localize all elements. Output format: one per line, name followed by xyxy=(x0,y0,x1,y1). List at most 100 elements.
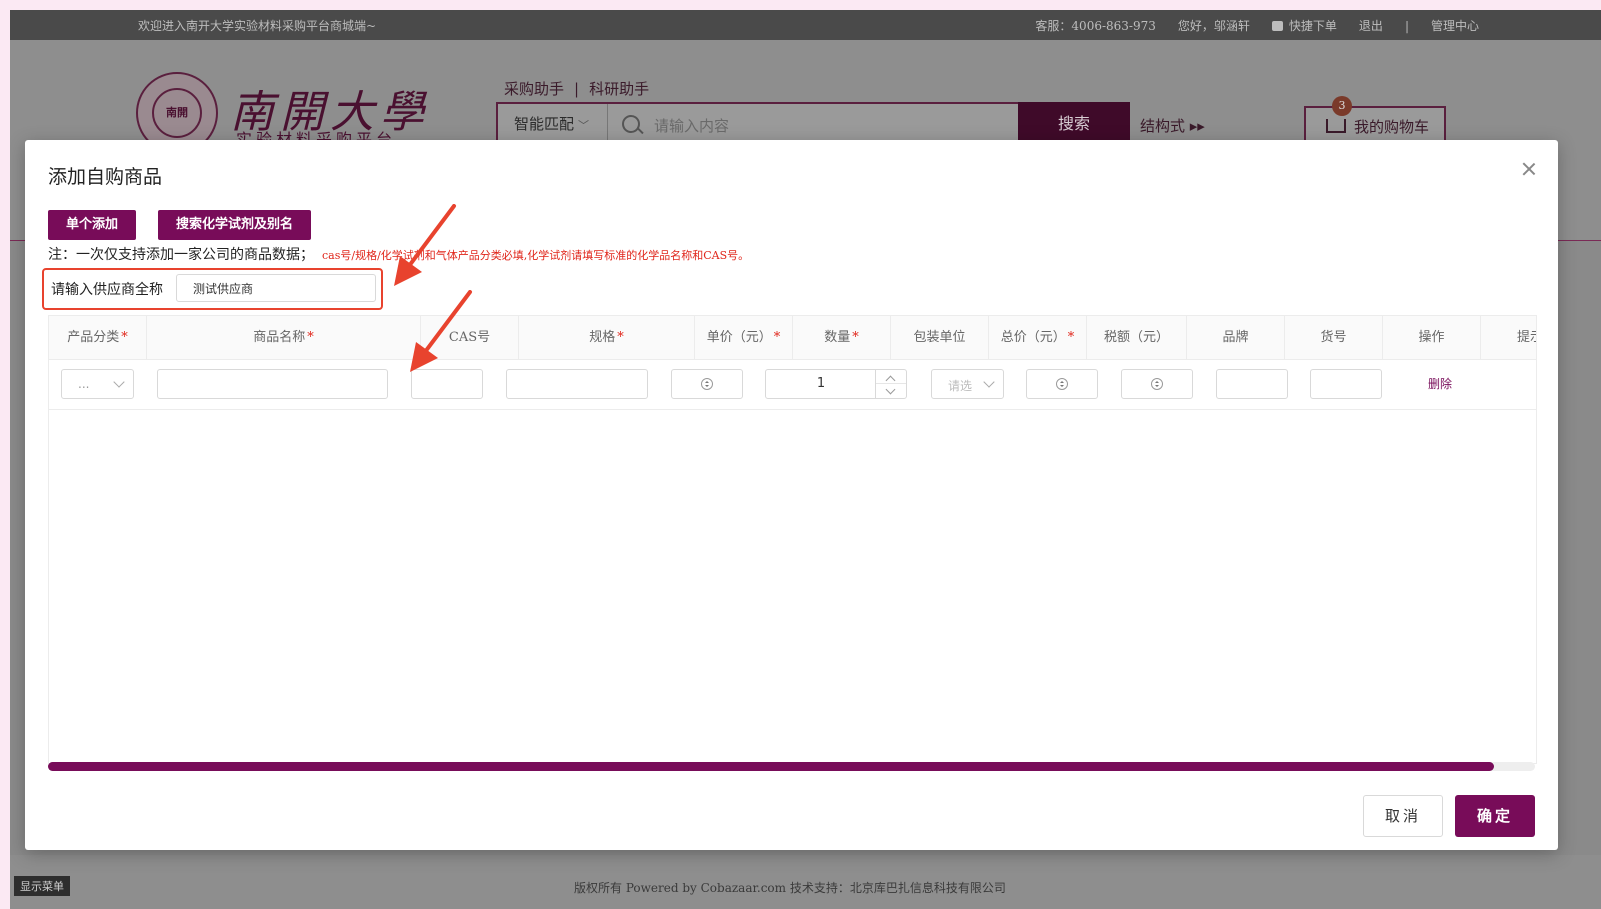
column-cas: CAS号 xyxy=(421,316,519,359)
column-brand-label: 品牌 xyxy=(1222,330,1249,345)
welcome-text: 欢迎进入南开大学实验材料采购平台商城端~ xyxy=(138,19,377,33)
quantity-stepper[interactable]: 1 xyxy=(765,369,907,399)
top-divider: | xyxy=(1404,18,1409,33)
required-mark: * xyxy=(307,330,314,345)
quick-order-link[interactable]: 快捷下单 xyxy=(1271,17,1337,34)
column-tax-label: 税额（元） xyxy=(1103,330,1169,345)
column-name-label: 商品名称 xyxy=(253,330,306,345)
total-price-input[interactable] xyxy=(1026,369,1098,399)
column-brand: 品牌 xyxy=(1187,316,1285,359)
seal-text: 南開 xyxy=(166,106,188,119)
column-package-unit-label: 包装单位 xyxy=(913,330,966,345)
research-helper-link[interactable]: 科研助手 xyxy=(589,80,649,98)
package-unit-placeholder: 请选 xyxy=(948,379,973,393)
service-phone: 客服：4006-863-973 xyxy=(1035,19,1156,33)
cart-label: 我的购物车 xyxy=(1354,118,1430,136)
required-mark: * xyxy=(1067,330,1075,345)
logout-link[interactable]: 退出 xyxy=(1359,17,1383,34)
column-extra-label: 提示 xyxy=(1517,330,1536,345)
column-total-price: 总价（元） * xyxy=(989,316,1087,359)
admin-center-link[interactable]: 管理中心 xyxy=(1431,17,1479,34)
category-select-value: ... xyxy=(78,377,90,391)
structure-search-link[interactable]: 结构式 ▸▸ xyxy=(1140,115,1205,136)
top-bar-links: 客服：4006-863-973 您好，邬涵轩 快捷下单 退出 | 管理中心 xyxy=(1035,17,1479,34)
column-name: 商品名称 * xyxy=(147,316,421,359)
close-icon[interactable] xyxy=(1520,160,1538,178)
package-unit-select[interactable]: 请选 xyxy=(931,369,1004,399)
cas-input[interactable] xyxy=(411,369,483,399)
supplier-label: 请输入供应商全称 xyxy=(51,282,163,298)
column-unit-price: 单价（元） * xyxy=(695,316,793,359)
chevron-down-icon xyxy=(113,376,125,388)
column-item-no-label: 货号 xyxy=(1320,330,1347,345)
chevron-down-icon xyxy=(885,384,896,395)
category-select[interactable]: ... xyxy=(61,369,134,399)
purchase-helper-link[interactable]: 采购助手 xyxy=(504,80,564,98)
required-mark: * xyxy=(773,330,781,345)
search-icon xyxy=(622,115,640,133)
my-cart-button[interactable]: 我的购物车 xyxy=(1304,106,1446,144)
stepper-divider xyxy=(876,383,906,384)
search-chemical-button[interactable]: 搜索化学试剂及别名 xyxy=(158,210,312,240)
required-mark: * xyxy=(852,330,859,345)
column-total-price-label: 总价（元） xyxy=(1000,330,1066,345)
column-tax: 税额（元） xyxy=(1087,316,1187,359)
column-category-label: 产品分类 xyxy=(67,330,120,345)
product-name-input[interactable] xyxy=(157,369,388,399)
column-category: 产品分类 * xyxy=(49,316,147,359)
dialog-note: 注：一次仅支持添加一家公司的商品数据； cas号/规格/化学试剂和气体产品分类必填… xyxy=(48,244,749,264)
number-stepper-icon xyxy=(1151,378,1163,390)
horizontal-scrollbar[interactable] xyxy=(48,762,1535,771)
column-extra: 提示 xyxy=(1481,316,1536,359)
quick-order-label: 快捷下单 xyxy=(1288,19,1337,33)
search-mode-label: 智能匹配 xyxy=(514,115,575,133)
cart-count-badge: 3 xyxy=(1332,96,1352,116)
chevron-down-icon xyxy=(983,376,995,388)
required-mark: * xyxy=(121,330,128,345)
search-mode-select[interactable]: 智能匹配 ﹀ xyxy=(498,104,608,144)
column-unit-price-label: 单价（元） xyxy=(706,330,772,345)
supplier-input[interactable]: 测试供应商 xyxy=(176,274,376,302)
quantity-arrows[interactable] xyxy=(875,370,906,398)
helper-separator: | xyxy=(574,80,580,98)
top-bar: 欢迎进入南开大学实验材料采购平台商城端~ 客服：4006-863-973 您好，… xyxy=(10,10,1601,40)
unit-price-input[interactable] xyxy=(671,369,743,399)
column-package-unit: 包装单位 xyxy=(891,316,989,359)
copyright-text: 版权所有 Powered by Cobazaar.com 技术支持：北京库巴扎信… xyxy=(574,881,1006,895)
column-action-label: 操作 xyxy=(1418,330,1445,345)
chevron-down-icon: ﹀ xyxy=(578,119,590,132)
confirm-button[interactable]: 确定 xyxy=(1455,795,1535,837)
number-stepper-icon xyxy=(1056,378,1068,390)
single-add-button[interactable]: 单个添加 xyxy=(48,210,137,240)
quantity-value: 1 xyxy=(816,376,826,391)
column-item-no: 货号 xyxy=(1285,316,1383,359)
search-input[interactable]: 请输入内容 xyxy=(654,115,729,136)
show-menu-button[interactable]: 显示菜单 xyxy=(14,876,70,896)
column-quantity: 数量 * xyxy=(793,316,891,359)
delete-row-link[interactable]: 删除 xyxy=(1428,375,1452,392)
item-no-input[interactable] xyxy=(1310,369,1382,399)
column-quantity-label: 数量 xyxy=(824,330,851,345)
column-action: 操作 xyxy=(1383,316,1481,359)
required-mark: * xyxy=(617,330,624,345)
add-self-purchase-dialog: 添加自购商品 单个添加 搜索化学试剂及别名 注：一次仅支持添加一家公司的商品数据… xyxy=(25,140,1558,850)
column-cas-label: CAS号 xyxy=(448,330,491,345)
table-header: 产品分类 * 商品名称 * CAS号 规格 * 单价（元） * 数量 * 包装单位 总价（… xyxy=(49,316,1536,360)
site-footer: 版权所有 Powered by Cobazaar.com 技术支持：北京库巴扎信… xyxy=(10,855,1601,909)
note-required-text: cas号/规格/化学试剂和气体产品分类必填,化学试剂请填写标准的化学品名称和CA… xyxy=(322,249,750,262)
product-table: 产品分类 * 商品名称 * CAS号 规格 * 单价（元） * 数量 * 包装单位 总价（… xyxy=(48,315,1537,764)
supplier-highlight-box: 请输入供应商全称 测试供应商 xyxy=(42,268,383,310)
tax-input[interactable] xyxy=(1121,369,1193,399)
column-spec: 规格 * xyxy=(519,316,695,359)
quick-order-icon xyxy=(1271,21,1283,31)
brand-input[interactable] xyxy=(1216,369,1288,399)
table-row: ... 1 请选 删除 xyxy=(49,360,1536,410)
browser-viewport: 欢迎进入南开大学实验材料采购平台商城端~ 客服：4006-863-973 您好，… xyxy=(10,10,1601,909)
cancel-button[interactable]: 取消 xyxy=(1363,795,1443,837)
spec-input[interactable] xyxy=(506,369,648,399)
scrollbar-thumb[interactable] xyxy=(48,762,1494,771)
dialog-title: 添加自购商品 xyxy=(48,166,163,188)
note-text: 注：一次仅支持添加一家公司的商品数据； xyxy=(48,247,314,263)
helper-links: 采购助手 | 科研助手 xyxy=(504,78,649,99)
user-greeting[interactable]: 您好，邬涵轩 xyxy=(1178,17,1250,34)
